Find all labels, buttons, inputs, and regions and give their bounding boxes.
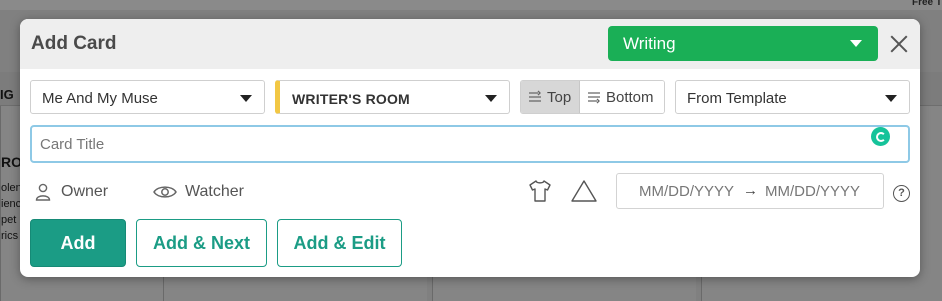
- project-select[interactable]: Me And My Muse: [30, 80, 265, 114]
- owner-picker[interactable]: Owner: [32, 179, 122, 205]
- modal-title: Add Card: [31, 33, 117, 54]
- position-bottom-label: Bottom: [606, 89, 654, 106]
- insert-top-icon: [529, 90, 541, 102]
- chevron-down-icon: [850, 40, 862, 47]
- background-corner-text: Free T: [911, 0, 942, 8]
- list-select-label: WRITER'S ROOM: [292, 91, 410, 107]
- template-select[interactable]: From Template: [675, 80, 910, 114]
- background-column-line: pet: [1, 214, 17, 226]
- position-toggle: Top Bottom: [520, 80, 665, 114]
- insert-bottom-icon: [588, 92, 600, 104]
- background-top-bar: [0, 0, 942, 10]
- chevron-down-icon: [485, 95, 497, 102]
- project-select-label: Me And My Muse: [42, 90, 158, 107]
- chevron-down-icon: [885, 95, 897, 102]
- user-icon: [35, 183, 51, 201]
- help-icon[interactable]: ?: [893, 185, 910, 202]
- card-title-input[interactable]: [30, 125, 910, 163]
- background-column-line: rics: [1, 230, 19, 242]
- triangle-icon[interactable]: [570, 179, 598, 205]
- add-and-next-button[interactable]: Add & Next: [136, 219, 267, 267]
- add-and-edit-button[interactable]: Add & Edit: [277, 219, 402, 267]
- owner-label: Owner: [61, 183, 109, 200]
- board-select[interactable]: Writing: [608, 26, 878, 61]
- eye-icon: [153, 186, 177, 198]
- position-bottom-button[interactable]: Bottom: [580, 81, 664, 113]
- grammarly-icon[interactable]: [871, 127, 890, 146]
- close-icon[interactable]: [886, 31, 912, 57]
- add-card-modal: Add Card Writing Me And My Muse WRITER'S…: [20, 19, 920, 277]
- tshirt-icon[interactable]: [527, 179, 553, 205]
- watcher-picker[interactable]: Watcher: [152, 179, 262, 205]
- template-select-label: From Template: [687, 90, 787, 107]
- arrow-right-icon: →: [743, 182, 758, 199]
- background-left-text: IG: [0, 87, 14, 102]
- date-range-picker[interactable]: MM/DD/YYYY → MM/DD/YYYY: [616, 173, 884, 209]
- watcher-label: Watcher: [185, 183, 244, 200]
- list-select[interactable]: WRITER'S ROOM: [275, 80, 510, 114]
- background-column-line: ienc: [1, 198, 22, 210]
- add-button[interactable]: Add: [30, 219, 126, 267]
- board-select-label: Writing: [623, 34, 676, 53]
- modal-header: Add Card Writing: [20, 19, 920, 69]
- background-column-line: olen: [1, 182, 22, 194]
- start-date-field[interactable]: MM/DD/YYYY: [639, 183, 734, 200]
- background-column-heading: RO: [1, 154, 22, 170]
- position-top-button[interactable]: Top: [521, 81, 580, 113]
- position-top-label: Top: [547, 89, 572, 106]
- end-date-field[interactable]: MM/DD/YYYY: [765, 183, 860, 200]
- chevron-down-icon: [240, 95, 252, 102]
